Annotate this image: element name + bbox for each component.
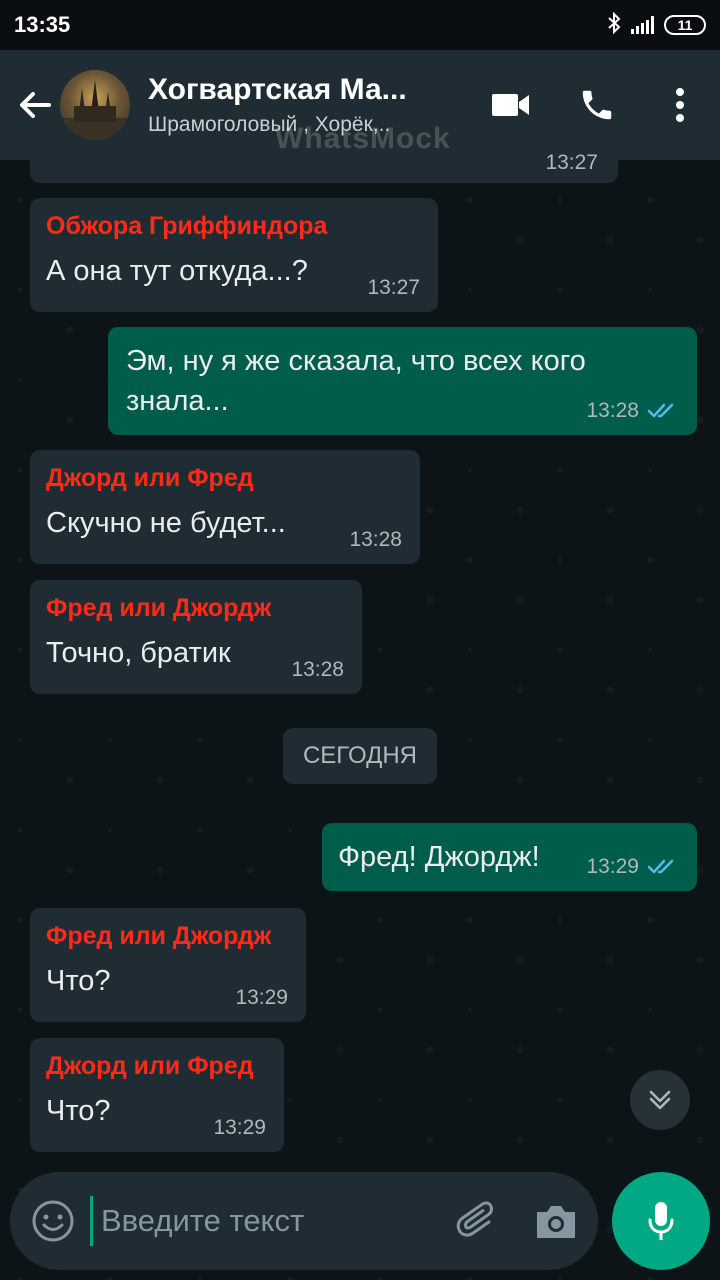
- bluetooth-icon: [607, 11, 621, 39]
- attach-button[interactable]: [455, 1198, 501, 1244]
- sender-name: Джорд или Фред: [46, 1052, 254, 1080]
- message-meta: 13:29: [586, 855, 679, 879]
- message-time: 13:29: [213, 1116, 266, 1139]
- chat-header: Хогвартская Ма... Шрамоголовый , Хорёк,.…: [0, 50, 720, 160]
- message-time: 13:27: [367, 276, 420, 299]
- message-composer: [10, 1172, 598, 1270]
- message-bubble[interactable]: Фред или Джордж Что? 13:29: [30, 908, 306, 1022]
- double-check-icon: [647, 403, 674, 418]
- message-time: 13:28: [586, 399, 639, 422]
- sender-name: Фред или Джордж: [46, 922, 272, 950]
- message-meta: 13:28: [586, 399, 679, 423]
- message-bubble[interactable]: Фред или Джордж Точно, братик 13:28: [30, 580, 362, 694]
- emoji-icon: [32, 1200, 74, 1242]
- chat-members: Шрамоголовый , Хорёк,..: [148, 113, 391, 136]
- camera-button[interactable]: [533, 1200, 579, 1244]
- back-button[interactable]: [10, 75, 60, 135]
- message-time: 13:28: [291, 658, 344, 681]
- chat-info[interactable]: Хогвартская Ма... Шрамоголовый , Хорёк,.…: [148, 73, 438, 137]
- group-avatar[interactable]: [60, 70, 130, 140]
- voice-record-button[interactable]: [612, 1172, 710, 1270]
- message-bubble[interactable]: Джорд или Фред Что? 13:29: [30, 1038, 284, 1152]
- sender-name: Джорд или Фред: [46, 464, 254, 492]
- phone-icon: [582, 90, 612, 120]
- message-time: 13:29: [586, 855, 639, 878]
- double-check-icon: [647, 859, 674, 874]
- arrow-left-icon: [20, 92, 51, 118]
- camera-icon: [537, 1206, 575, 1238]
- voice-call-button[interactable]: [554, 50, 640, 160]
- battery-indicator: 11: [664, 15, 706, 35]
- chevron-double-down-icon: [649, 1090, 671, 1110]
- message-bubble-outgoing[interactable]: Эм, ну я же сказала, что всех кого знала…: [108, 327, 697, 435]
- signal-icon: [631, 16, 654, 34]
- message-partial[interactable]: 13:27: [30, 150, 618, 183]
- message-bubble-outgoing[interactable]: Фред! Джордж! 13:29: [322, 823, 697, 891]
- message-time: 13:29: [235, 986, 288, 1009]
- more-vertical-icon: [676, 88, 684, 122]
- message-time: 13:27: [545, 151, 598, 174]
- microphone-icon: [648, 1202, 674, 1240]
- menu-button[interactable]: [640, 50, 720, 160]
- status-time: 13:35: [14, 12, 71, 37]
- video-call-button[interactable]: [468, 50, 554, 160]
- sender-name: Фред или Джордж: [46, 594, 272, 622]
- header-actions: [468, 50, 720, 160]
- message-text: Эм, ну я же сказала, что всех кого знала…: [126, 345, 586, 417]
- message-bubble[interactable]: Обжора Гриффиндора А она тут откуда...? …: [30, 198, 438, 312]
- paperclip-icon: [456, 1201, 494, 1237]
- status-icons: 11: [607, 11, 706, 39]
- message-bubble[interactable]: Джорд или Фред Скучно не будет... 13:28: [30, 450, 420, 564]
- message-text: А она тут откуда...?: [46, 255, 308, 287]
- scroll-to-bottom-button[interactable]: [630, 1070, 690, 1130]
- sender-name: Обжора Гриффиндора: [46, 212, 328, 240]
- status-bar: 13:35 11: [0, 0, 720, 50]
- emoji-button[interactable]: [30, 1198, 76, 1244]
- video-camera-icon: [492, 94, 529, 116]
- message-time: 13:28: [349, 528, 402, 551]
- date-divider: СЕГОДНЯ: [283, 728, 437, 784]
- chat-title: Хогвартская Ма...: [148, 73, 407, 106]
- message-input[interactable]: [90, 1196, 431, 1246]
